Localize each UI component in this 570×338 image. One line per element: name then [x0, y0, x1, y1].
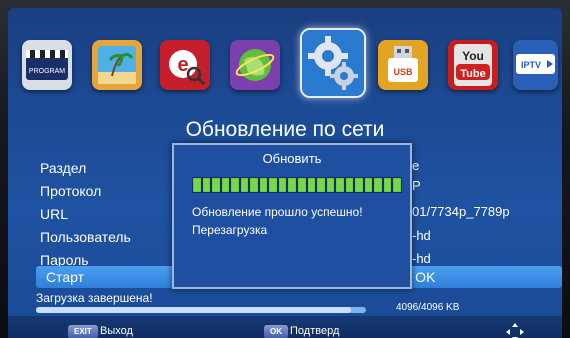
iptv-icon-label: IPTV	[521, 60, 541, 70]
browser-icon[interactable]: e	[160, 40, 210, 90]
menu-item-start[interactable]: Старт	[46, 269, 84, 285]
exit-label: Выход	[100, 325, 133, 337]
progress-segment	[269, 178, 277, 192]
progress-segment	[317, 178, 325, 192]
value-protocol: Р	[412, 178, 421, 193]
iptv-icon[interactable]: IPTV	[513, 40, 558, 90]
progress-segment	[298, 178, 306, 192]
download-progress-bar	[36, 307, 366, 313]
value-section: е	[412, 158, 420, 173]
settings-icon[interactable]	[300, 28, 366, 98]
menu-item-protocol[interactable]: Протокол	[40, 183, 101, 199]
progress-segment	[336, 178, 344, 192]
progress-segment	[259, 178, 268, 192]
dialog-title: Обновить	[262, 151, 322, 166]
update-dialog: Обновить Обновление прошло успешно! Пере…	[172, 143, 412, 289]
youtube-icon-label-2: Tube	[460, 68, 485, 80]
page-title: Обновление по сети	[185, 118, 385, 141]
tv-frame: PROGRAM e USB You Tube IPTV Обновление п…	[0, 0, 570, 338]
program-icon[interactable]: PROGRAM	[22, 40, 72, 90]
usb-icon[interactable]: USB	[378, 40, 428, 90]
dialog-progress-bar	[192, 177, 402, 193]
status-text: Загрузка завершена!	[36, 291, 153, 305]
navigation-arrows-icon	[506, 323, 524, 338]
progress-segment	[364, 178, 373, 192]
progress-segment	[345, 178, 354, 192]
progress-segment	[374, 178, 382, 192]
ok-label: Подтверд	[290, 325, 340, 337]
progress-segment	[240, 178, 249, 192]
ok-key-badge[interactable]: OK	[264, 325, 288, 338]
youtube-icon-label-1: You	[462, 49, 484, 63]
download-progress-text: 4096/4096 KB	[396, 302, 460, 313]
progress-segment	[326, 178, 335, 192]
dialog-message: Обновление прошло успешно!	[192, 205, 363, 219]
exit-key-badge[interactable]: EXIT	[68, 325, 98, 338]
value-url: 01/7734p_7789p	[412, 204, 510, 219]
progress-segment	[307, 178, 316, 192]
progress-segment	[212, 178, 220, 192]
dialog-message-reboot: Перезагрузка	[192, 223, 268, 237]
program-icon-label: PROGRAM	[29, 68, 65, 75]
progress-segment	[202, 178, 211, 192]
network-icon[interactable]	[230, 40, 280, 90]
menu-item-section[interactable]: Раздел	[40, 160, 86, 176]
menu-item-url[interactable]: URL	[40, 206, 68, 222]
progress-segment	[383, 178, 392, 192]
usb-icon-label: USB	[393, 67, 413, 77]
progress-segment	[278, 178, 287, 192]
progress-segment	[193, 178, 201, 192]
progress-segment	[231, 178, 239, 192]
download-progress-fill	[36, 307, 352, 313]
menu-item-user[interactable]: Пользователь	[40, 229, 131, 245]
help-bar: EXIT Выход OK Подтверд	[8, 316, 562, 338]
value-password: -hd	[412, 251, 431, 266]
app-icon-bar: PROGRAM e USB You Tube IPTV	[8, 28, 562, 108]
media-icon[interactable]	[92, 40, 142, 90]
value-user: -hd	[412, 228, 431, 243]
progress-segment	[221, 178, 230, 192]
progress-segment	[393, 178, 402, 192]
screen: PROGRAM e USB You Tube IPTV Обновление п…	[8, 8, 562, 338]
youtube-icon[interactable]: You Tube	[448, 40, 498, 90]
progress-segment	[288, 178, 297, 192]
progress-segment	[355, 178, 363, 192]
progress-segment	[250, 178, 258, 192]
